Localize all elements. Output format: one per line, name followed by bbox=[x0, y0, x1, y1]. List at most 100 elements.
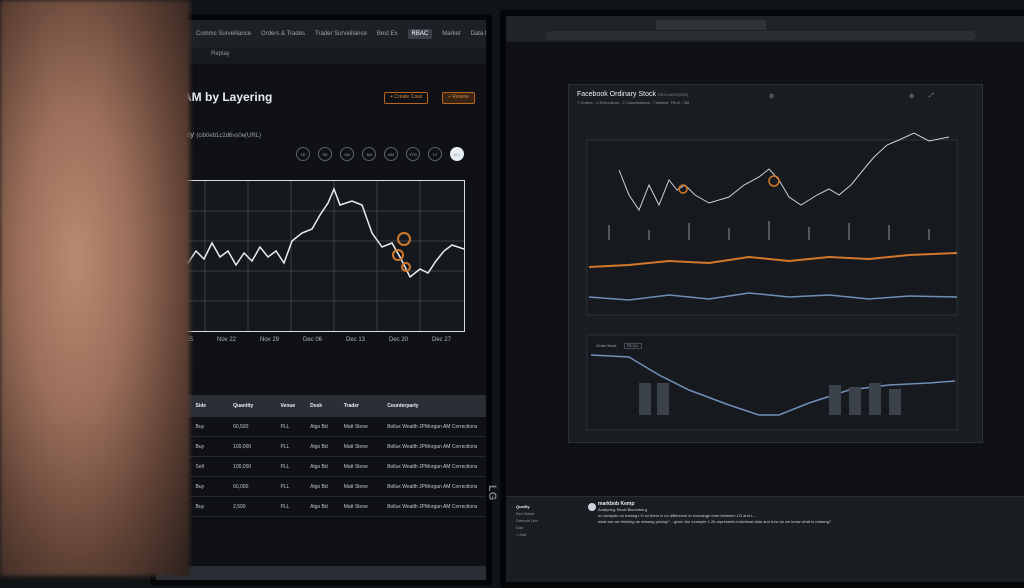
stock-charts-svg bbox=[586, 132, 958, 431]
table-row[interactable]: Buy 60,000 PLL Algo Bd Matt Stone Bollux Weal… bbox=[156, 477, 486, 497]
table-cell-desk: Algo Bd bbox=[310, 503, 328, 510]
chat-sidebar-item[interactable]: Ben Baker bbox=[516, 510, 538, 517]
table-cell-counterparty: Bollux Wealth JPMorgan AM Corrections bbox=[387, 443, 478, 450]
avatar bbox=[588, 503, 596, 511]
tab-item[interactable]: Comms Surveillance bbox=[196, 31, 251, 37]
table-cell-venue: PLL bbox=[280, 443, 290, 450]
range-button[interactable]: YTD bbox=[406, 147, 420, 161]
table-row[interactable]: Buy 2,500 PLL Algo Bd Matt Stone Bollux Wealt… bbox=[156, 497, 486, 517]
tab-item[interactable]: Best Ex bbox=[377, 31, 398, 37]
table-cell-counterparty: Bollux Wealth JPMorgan AM Corrections bbox=[387, 483, 478, 490]
chat-sidebar-item[interactable]: Dan bbox=[516, 524, 538, 531]
table-cell-side: Buy bbox=[195, 483, 205, 490]
tab-item[interactable]: RBAC bbox=[407, 29, 433, 39]
right-monitor: Facebook Ordinary Stock FB:N ##1D(SFD) 7… bbox=[500, 10, 1024, 588]
price-chart-svg bbox=[161, 181, 465, 331]
table-cell-side: Buy bbox=[195, 443, 205, 450]
x-axis-label: Dec 13 bbox=[346, 337, 366, 343]
table-cell-trader: Matt Stone bbox=[343, 423, 368, 430]
table-cell-venue: PLL bbox=[280, 423, 290, 430]
table-cell-quantity: 2,500 bbox=[233, 503, 246, 510]
review-button[interactable]: + Review bbox=[442, 92, 475, 104]
table-cell-venue: PLL bbox=[280, 503, 290, 510]
table-row[interactable]: Sell 100,000 PLL Algo Bd Matt Stone Bollux We… bbox=[156, 457, 486, 477]
chart-subtitle: (cib0eb1c2d6vs0e(URL) bbox=[196, 133, 262, 139]
tab-item[interactable]: Trader Surveillance bbox=[315, 31, 367, 37]
chat-sidebar-item[interactable]: + Add bbox=[516, 531, 538, 538]
subnav-replay[interactable]: Replay bbox=[211, 51, 230, 57]
chat-sidebar-item[interactable]: Daniela Levi bbox=[516, 517, 538, 524]
table-cell-desk: Algo Bd bbox=[310, 443, 328, 450]
stock-analysis-panel: Facebook Ordinary Stock FB:N ##1D(SFD) 7… bbox=[568, 84, 983, 443]
x-axis-label: Nov 22 bbox=[217, 337, 237, 343]
orders-table: AlertIdSideQuantityVenueDeskTraderCounte… bbox=[156, 395, 486, 517]
chat-sidebar: Quality Ben Baker Daniela Levi Dan + Add bbox=[516, 503, 538, 538]
browser-tab[interactable] bbox=[656, 20, 766, 30]
table-cell-trader: Matt Stone bbox=[343, 503, 368, 510]
table-cell-quantity: 60,000 bbox=[233, 483, 249, 490]
x-axis-label: Dec 06 bbox=[303, 337, 323, 343]
table-cell-side: Buy bbox=[195, 503, 205, 510]
create-case-button[interactable]: + Create Case bbox=[384, 92, 429, 104]
upper-chart-area bbox=[586, 139, 958, 316]
lg-logo: LG bbox=[486, 485, 498, 501]
blurred-face-foreground bbox=[0, 0, 190, 576]
table-cell-desk: Algo Bd bbox=[310, 423, 328, 430]
chart-title: ray (cib0eb1c2d6vs0e(URL) bbox=[183, 130, 261, 139]
range-button[interactable]: 6M bbox=[384, 147, 398, 161]
tab-item[interactable]: Market bbox=[442, 31, 460, 37]
column-header[interactable]: Desk bbox=[310, 403, 344, 409]
browser-toolbar bbox=[506, 16, 1024, 42]
x-axis-label: Dec 27 bbox=[432, 337, 452, 343]
price-chart[interactable] bbox=[161, 180, 465, 332]
app-tab-bar: Comms Surveillance Orders & Trades Trader … bbox=[156, 20, 486, 48]
chart-gridlines bbox=[162, 181, 464, 331]
range-button[interactable]: 3M bbox=[362, 147, 376, 161]
range-button[interactable]: 1Y bbox=[428, 147, 442, 161]
x-axis-label: Nov 29 bbox=[260, 337, 280, 343]
table-cell-trader: Matt Stone bbox=[343, 443, 368, 450]
column-header[interactable]: Quantity bbox=[233, 403, 280, 409]
table-cell-counterparty: Bollux Wealth JPMorgan AM Corrections bbox=[387, 503, 478, 510]
table-cell-counterparty: Bollux Wealth JPMorgan AM Corrections bbox=[387, 423, 478, 430]
column-header[interactable]: Side bbox=[196, 403, 234, 409]
table-row[interactable]: Buy 60,500 PLL Algo Bd Matt Stone Bollux Weal… bbox=[156, 417, 486, 437]
chat-sidebar-title: Quality bbox=[516, 504, 530, 509]
subnav: Replay bbox=[156, 48, 486, 64]
table-row[interactable]: Buy 100,000 PLL Algo Bd Matt Stone Bollux Wea… bbox=[156, 437, 486, 457]
left-monitor: Comms Surveillance Orders & Trades Trader … bbox=[150, 14, 492, 586]
tab-item[interactable]: Orders & Trades bbox=[261, 31, 305, 37]
order-book-badge: FB ULL bbox=[624, 343, 642, 349]
column-header[interactable]: Counterparty bbox=[387, 403, 486, 409]
table-cell-quantity: 100,000 bbox=[233, 443, 252, 450]
page-title: AM by Layering bbox=[183, 90, 273, 104]
chat-message: markbob Kemp Analyzing Stock Bloomberg n… bbox=[598, 501, 831, 525]
tab-item[interactable]: Data Provenance bbox=[471, 31, 486, 37]
table-cell-side: Sell bbox=[195, 463, 204, 470]
range-button[interactable]: 1M bbox=[340, 147, 354, 161]
range-button[interactable]: ALL bbox=[450, 147, 464, 161]
price-line bbox=[161, 186, 465, 279]
orders-table-header: AlertIdSideQuantityVenueDeskTraderCounte… bbox=[156, 395, 486, 417]
table-cell-venue: PLL bbox=[280, 463, 290, 470]
address-bar[interactable] bbox=[546, 31, 976, 40]
table-cell-quantity: 100,000 bbox=[233, 463, 252, 470]
table-cell-venue: PLL bbox=[280, 483, 290, 490]
alert-markers bbox=[392, 232, 411, 272]
range-button[interactable]: 1D bbox=[296, 147, 310, 161]
order-book-label: Order Book bbox=[596, 343, 617, 348]
x-axis-label: Dec 20 bbox=[389, 337, 409, 343]
second-table-header bbox=[156, 566, 486, 580]
column-header[interactable]: Trader bbox=[344, 403, 387, 409]
table-cell-quantity: 60,500 bbox=[233, 423, 249, 430]
table-cell-counterparty: Bollux Wealth JPMorgan AM Corrections bbox=[387, 463, 478, 470]
table-cell-trader: Matt Stone bbox=[343, 483, 368, 490]
table-cell-desk: Algo Bd bbox=[310, 483, 328, 490]
table-cell-desk: Algo Bd bbox=[310, 463, 328, 470]
table-cell-side: Buy bbox=[195, 423, 205, 430]
range-button[interactable]: 5D bbox=[318, 147, 332, 161]
table-cell-trader: Matt Stone bbox=[343, 463, 368, 470]
chat-pane: Quality Ben Baker Daniela Levi Dan + Add… bbox=[506, 496, 1024, 582]
column-header[interactable]: Venue bbox=[280, 403, 310, 409]
chat-line: what are we thinking as missing pricing?… bbox=[598, 519, 832, 524]
